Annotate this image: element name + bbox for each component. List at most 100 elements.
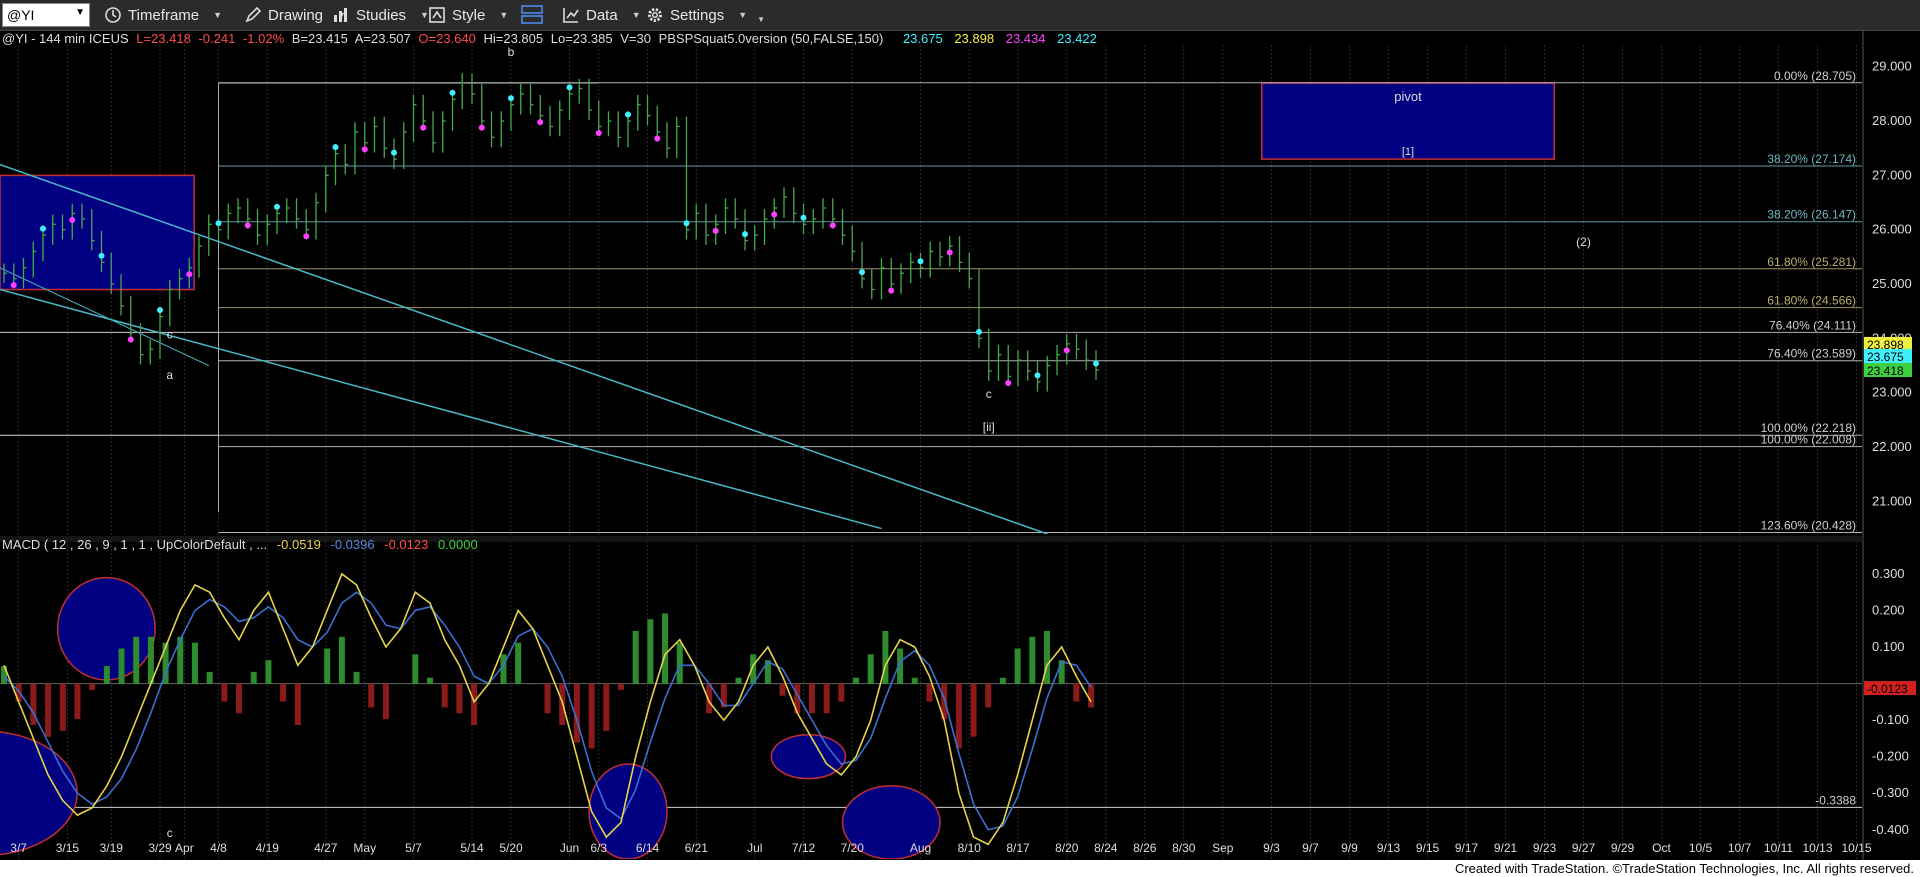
macd-histogram-bar (720, 683, 727, 708)
settings-button[interactable]: Settings ▼ ▼ (646, 3, 765, 27)
magenta-dot (478, 124, 485, 131)
timeframe-button[interactable]: Timeframe ▼ (104, 3, 222, 27)
x-tick-label: 9/15 (1416, 841, 1440, 855)
fib-label: 0.00% (28.705) (1774, 69, 1856, 83)
macd-histogram-bar (338, 636, 345, 685)
macd-histogram-bar (985, 683, 992, 708)
header-study-v1: 23.675 (903, 31, 943, 46)
header-symbol: @YI - 144 min ICEUS (2, 31, 129, 46)
macd-histogram-bar (662, 613, 669, 685)
x-tick-label: 8/30 (1172, 841, 1196, 855)
x-tick-label: 10/7 (1728, 841, 1752, 855)
x-tick-label: 9/3 (1263, 841, 1280, 855)
fib-label: 38.20% (27.174) (1767, 152, 1856, 166)
style-button[interactable]: Style ▼ (428, 3, 508, 27)
gear-icon (646, 6, 664, 24)
macd-histogram-bar (647, 619, 654, 685)
x-tick-label: 3/7 (10, 841, 27, 855)
macd-label: MACD ( 12 , 26 , 9 , 1 , 1 , UpColorDefa… (2, 537, 267, 552)
x-tick-label: 8/10 (958, 841, 982, 855)
trendline-upper (0, 163, 1048, 534)
magenta-dot (771, 211, 778, 218)
clock-icon (104, 6, 122, 24)
price-tick-label: 22.000 (1872, 439, 1912, 454)
macd-histogram-bar (397, 683, 404, 685)
macd-histogram-bar (735, 677, 742, 685)
x-tick-label: Jun (560, 841, 579, 855)
data-icon (562, 6, 580, 24)
studies-button[interactable]: Studies ▼ (332, 3, 429, 27)
magenta-dot (361, 146, 368, 153)
symbol-value: @YI (7, 7, 35, 23)
cyan-dot (683, 220, 690, 227)
magenta-dot (10, 282, 17, 289)
wave-label: c (167, 327, 173, 341)
magenta-dot (829, 222, 836, 229)
x-tick-label: 7/12 (792, 841, 816, 855)
toolbar: @YI ▼ Timeframe ▼ Drawing ▼ Studies ▼ St… (0, 0, 1920, 31)
header-study-v4: 23.422 (1057, 31, 1097, 46)
timeframe-caret-icon: ▼ (213, 10, 223, 20)
studies-label: Studies (356, 6, 407, 24)
macd-histogram-bar (676, 642, 683, 685)
symbol-input[interactable]: @YI ▼ (2, 3, 90, 27)
macd-histogram-bar (779, 683, 786, 696)
cyan-dot (508, 95, 514, 102)
macd-panel: -0.3388 (0, 572, 1862, 859)
cyan-dot (742, 231, 748, 238)
magenta-dot (127, 336, 134, 343)
toolbar-overflow-icon[interactable]: ▼ (757, 15, 765, 24)
fib-label: 76.40% (24.111) (1769, 318, 1856, 332)
x-tick-label: 4/19 (256, 841, 280, 855)
chevron-down-icon[interactable]: ▼ (75, 7, 85, 18)
x-tick-label: 9/21 (1494, 841, 1518, 855)
x-tick-label: 9/27 (1572, 841, 1596, 855)
macd-histogram-bar (59, 683, 66, 731)
macd-histogram-bar (691, 683, 698, 685)
x-tick-label: Aug (910, 841, 931, 855)
x-tick-label: 4/27 (314, 841, 338, 855)
pivot-label: pivot (1394, 89, 1422, 104)
header-study: PBSPSquat5.0version (50,FALSE,150) (659, 31, 884, 46)
macd-histogram-bar (294, 683, 301, 726)
drawing-button[interactable]: Drawing ▼ (244, 3, 346, 27)
annotation-boxes: pivot [1] (0, 82, 1555, 291)
fib-levels: 0.00% (28.705) 38.20% (27.174) 38.20% (26.… (0, 69, 1862, 533)
x-tick-label: 9/7 (1302, 841, 1319, 855)
magenta-dot (69, 216, 76, 223)
x-tick-label: 9/9 (1341, 841, 1358, 855)
macd-v1: -0.0519 (277, 537, 321, 552)
macd-highlight-ellipse (770, 733, 847, 780)
data-caret-icon: ▼ (631, 10, 641, 20)
macd-histogram-bar (427, 677, 434, 685)
magenta-dot (244, 222, 251, 229)
cyan-dot (157, 307, 163, 314)
trendlines (0, 163, 1048, 534)
macd-histogram-bar (911, 677, 918, 685)
x-tick-label: 6/21 (685, 841, 709, 855)
price-tick-label: 21.000 (1872, 493, 1912, 508)
macd-histogram-bar (603, 683, 610, 731)
macd-wave-label: c (167, 826, 173, 840)
price-tick-label: 25.000 (1872, 276, 1912, 291)
chart-canvas: pivot [1] 0.00% (28.705) 38.20% (27.174) 38… (0, 31, 1916, 860)
macd-histogram-bar (265, 660, 272, 685)
price-tag-label: 23.418 (1867, 364, 1904, 378)
x-tick-label: Oct (1652, 841, 1671, 855)
macd-histogram-bar (867, 654, 874, 685)
macd-histogram-bar (368, 683, 375, 708)
wave-label: (2) (1576, 235, 1591, 249)
data-button[interactable]: Data ▼ (562, 3, 641, 27)
wave-label: [ii] (983, 420, 995, 434)
macd-histogram-bar (999, 677, 1006, 685)
macd-histogram-bar (118, 648, 125, 685)
x-tick-label: 9/13 (1377, 841, 1401, 855)
fib-label: 61.80% (25.281) (1767, 255, 1856, 269)
cyan-dot (566, 84, 573, 91)
wave-label: c (986, 387, 992, 401)
magenta-dot (654, 135, 661, 142)
macd-histogram-bar (853, 677, 860, 685)
macd-highlight-ellipse (56, 576, 156, 681)
layout-button[interactable] (520, 3, 544, 27)
pivot-sublabel: [1] (1402, 146, 1414, 158)
